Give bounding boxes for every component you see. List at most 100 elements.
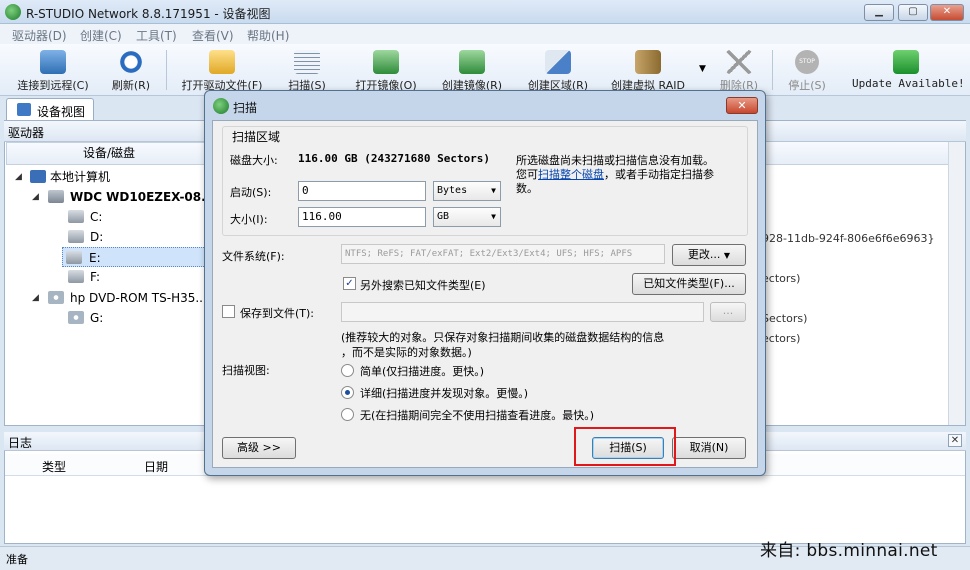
delete-icon — [726, 50, 752, 74]
connect-remote-button[interactable]: 连接到远程(C) — [12, 48, 94, 96]
stop-icon: STOP — [795, 50, 819, 74]
log-close-icon[interactable]: ✕ — [948, 434, 962, 447]
scan-info-line3: 数。 — [516, 182, 538, 195]
vertical-scrollbar[interactable] — [948, 142, 965, 425]
collapse-icon: ◢ — [32, 293, 39, 303]
file-system-field: NTFS; ReFS; FAT/exFAT; Ext2/Ext3/Ext4; U… — [341, 244, 665, 264]
computer-icon — [30, 170, 46, 183]
view-none-radio[interactable] — [341, 408, 354, 421]
scan-dialog-title: 扫描 — [233, 101, 258, 115]
refresh-button[interactable]: 刷新(R) — [106, 48, 156, 96]
status-text: 准备 — [6, 553, 28, 566]
app-icon — [5, 4, 21, 20]
open-image-icon — [373, 50, 399, 74]
tree-item-g[interactable]: G: — [6, 308, 212, 328]
save-file-path-input — [341, 302, 704, 322]
create-image-button[interactable]: 创建镜像(R) — [436, 48, 508, 96]
property-value: ectors) — [762, 332, 801, 345]
open-image-button[interactable]: 打开镜像(O) — [350, 48, 422, 96]
save-to-file-checkbox[interactable] — [222, 305, 235, 318]
tab-device-view[interactable]: 设备视图 — [6, 98, 94, 120]
save-note-line2: ，而不是实际的对象数据。) — [341, 346, 472, 359]
start-unit-select[interactable]: Bytes ▼ — [433, 181, 501, 201]
change-file-system-button[interactable]: 更改... ▼ — [672, 244, 746, 266]
update-available-button[interactable]: Update Available! — [852, 48, 965, 96]
raid-dropdown-icon[interactable]: ▼ — [699, 64, 706, 74]
dialog-close-button[interactable]: ✕ — [726, 97, 758, 114]
save-to-file-label: 保存到文件(T): — [240, 307, 315, 320]
advanced-button[interactable]: 高级 >> — [222, 437, 296, 459]
computer-icon — [40, 50, 66, 74]
property-value: Sectors) — [762, 312, 808, 325]
menu-drives[interactable]: 驱动器(D) — [12, 27, 67, 44]
scan-toolbar-button[interactable]: 扫描(S) — [282, 48, 332, 96]
log-column-date[interactable]: 日期 — [144, 458, 168, 475]
folder-icon — [209, 50, 235, 74]
watermark: 来自: bbs.minnai.net — [760, 541, 938, 561]
partition-icon — [68, 230, 84, 243]
known-file-types-button[interactable]: 已知文件类型(F)... — [632, 273, 746, 295]
stop-button[interactable]: STOP 停止(S) — [782, 48, 832, 96]
tree-item-wdc-disk[interactable]: ◢ WDC WD10EZEX-08... — [6, 187, 215, 207]
log-column-type[interactable]: 类型 — [42, 458, 66, 475]
view-simple-label: 简单(仅扫描进度。更快。) — [360, 365, 485, 378]
size-input[interactable]: 116.00 — [298, 207, 426, 227]
start-label: 启动(S): — [230, 186, 272, 199]
menu-tools[interactable]: 工具(T) — [136, 27, 177, 44]
size-unit-select[interactable]: GB ▼ — [433, 207, 501, 227]
browse-button[interactable]: ... — [710, 302, 746, 322]
file-system-label: 文件系统(F): — [222, 250, 285, 263]
tree-item-c[interactable]: C: — [6, 207, 212, 227]
extra-search-label: 另外搜索已知文件类型(E) — [360, 279, 486, 292]
minimize-button[interactable]: ▁ — [864, 4, 894, 21]
tree-item-local-computer[interactable]: ◢ 本地计算机 — [6, 167, 212, 187]
scan-info-line2: 您可扫描整个磁盘，或者手动指定扫描参 — [516, 168, 714, 181]
optical-drive-icon — [48, 291, 64, 304]
partition-icon — [68, 270, 84, 283]
property-value: 928-11db-924f-806e6f6e6963} — [762, 232, 935, 245]
size-label: 大小(I): — [230, 213, 268, 226]
create-region-button[interactable]: 创建区域(R) — [520, 48, 596, 96]
download-icon — [893, 50, 919, 74]
tree-item-d[interactable]: D: — [6, 227, 212, 247]
device-view-icon — [17, 103, 31, 116]
cancel-button[interactable]: 取消(N) — [672, 437, 746, 459]
chevron-down-icon: ▼ — [491, 186, 496, 195]
view-detail-radio[interactable] — [341, 386, 354, 399]
maximize-button[interactable]: ▢ — [898, 4, 928, 21]
device-disk-column-header[interactable]: 设备/磁盘 — [6, 142, 212, 165]
drives-panel-title: 驱动器 — [8, 126, 45, 140]
log-panel-title: 日志 — [8, 436, 33, 450]
scan-view-label: 扫描视图: — [222, 364, 270, 377]
collapse-icon: ◢ — [32, 192, 39, 202]
raid-icon — [635, 50, 661, 74]
disk-size-label: 磁盘大小: — [230, 154, 278, 167]
tree-item-dvd-rom[interactable]: ◢ hp DVD-ROM TS-H35... — [6, 288, 212, 308]
disk-size-value: 116.00 GB (243271680 Sectors) — [298, 152, 491, 165]
chevron-down-icon: ▼ — [723, 251, 731, 260]
delete-button[interactable]: 删除(R) — [714, 48, 764, 96]
create-image-icon — [459, 50, 485, 74]
close-window-button[interactable]: ✕ — [930, 4, 964, 21]
menu-help[interactable]: 帮助(H) — [247, 27, 289, 44]
scan-button-highlight — [574, 427, 676, 466]
start-input[interactable]: 0 — [298, 181, 426, 201]
scan-icon — [294, 50, 320, 74]
toolbar-separator — [772, 50, 773, 90]
hard-disk-icon — [48, 190, 64, 203]
menu-create[interactable]: 创建(C) — [80, 27, 122, 44]
region-icon — [545, 50, 571, 74]
cd-icon — [68, 311, 84, 324]
partition-icon — [66, 251, 82, 264]
tree-item-f[interactable]: F: — [6, 267, 212, 287]
create-raid-button[interactable]: 创建虚拟 RAID — [606, 48, 690, 96]
open-drive-files-button[interactable]: 打开驱动文件(F) — [176, 48, 268, 96]
scan-whole-disk-link[interactable]: 扫描整个磁盘 — [538, 168, 604, 181]
menu-view[interactable]: 查看(V) — [192, 27, 234, 44]
scan-area-label: 扫描区域 — [230, 128, 283, 145]
scan-dialog-icon — [213, 98, 229, 114]
extra-search-checkbox[interactable]: ✓ — [343, 277, 356, 290]
view-simple-radio[interactable] — [341, 364, 354, 377]
tree-item-e-selected[interactable]: E: — [62, 247, 212, 267]
toolbar-separator — [166, 50, 167, 90]
